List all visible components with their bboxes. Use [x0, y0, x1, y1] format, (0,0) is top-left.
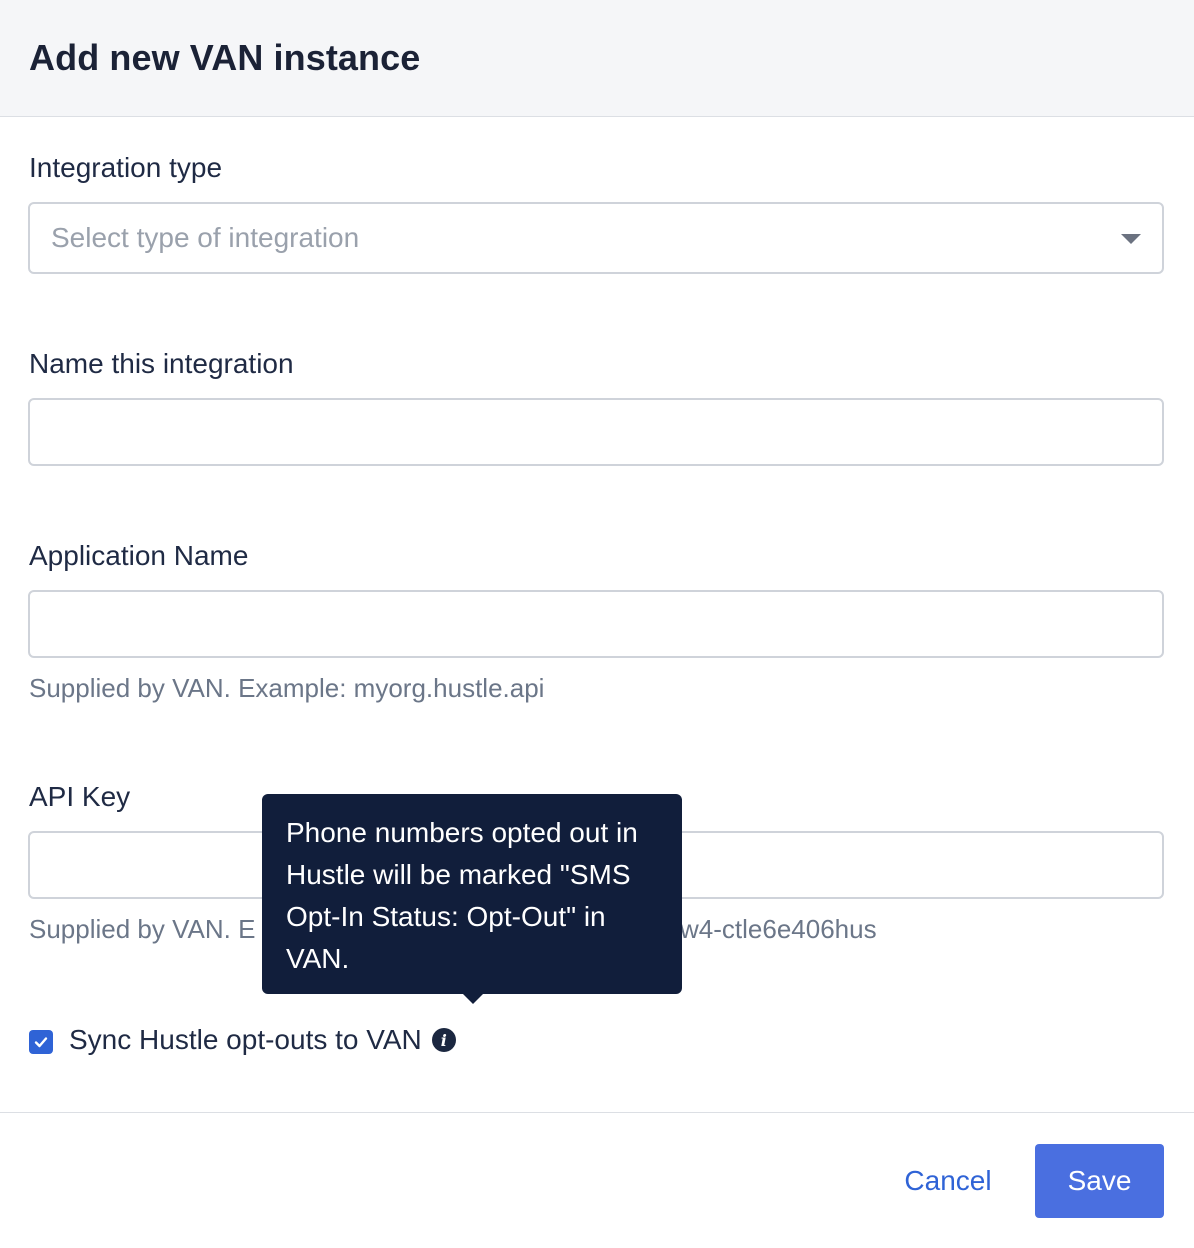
sync-optouts-row: Sync Hustle opt-outs to VAN i: [29, 1022, 456, 1058]
integration-type-select[interactable]: Select type of integration: [28, 202, 1164, 274]
sync-optouts-checkbox[interactable]: [29, 1030, 53, 1054]
chevron-down-icon: [1121, 234, 1141, 244]
sync-optouts-label[interactable]: Sync Hustle opt-outs to VAN: [69, 1024, 422, 1056]
info-icon[interactable]: i: [431, 1028, 456, 1052]
application-name-label: Application Name: [29, 540, 249, 571]
cancel-button[interactable]: Cancel: [888, 1145, 1008, 1217]
add-van-instance-modal: Add new VAN instance Integration type Se…: [0, 0, 1194, 1248]
footer-divider: [0, 1112, 1194, 1113]
api-key-label: API Key: [29, 781, 131, 812]
sync-optouts-tooltip: Phone numbers opted out in Hustle will b…: [262, 794, 682, 994]
application-name-help: Supplied by VAN. Example: myorg.hustle.a…: [29, 673, 545, 703]
integration-name-label: Name this integration: [29, 348, 294, 379]
application-name-input[interactable]: [28, 590, 1164, 658]
modal-title: Add new VAN instance: [29, 37, 421, 78]
integration-name-input[interactable]: [28, 398, 1164, 466]
integration-type-label: Integration type: [29, 152, 223, 183]
tooltip-arrow: [462, 993, 484, 1004]
modal-header: Add new VAN instance: [0, 0, 1194, 117]
checkmark-icon: [34, 1037, 48, 1048]
api-key-help-end: w4-ctle6e406hus: [680, 914, 877, 944]
save-button[interactable]: Save: [1035, 1144, 1164, 1218]
integration-type-placeholder: Select type of integration: [51, 222, 360, 253]
api-key-help-start: Supplied by VAN. E: [29, 914, 256, 944]
